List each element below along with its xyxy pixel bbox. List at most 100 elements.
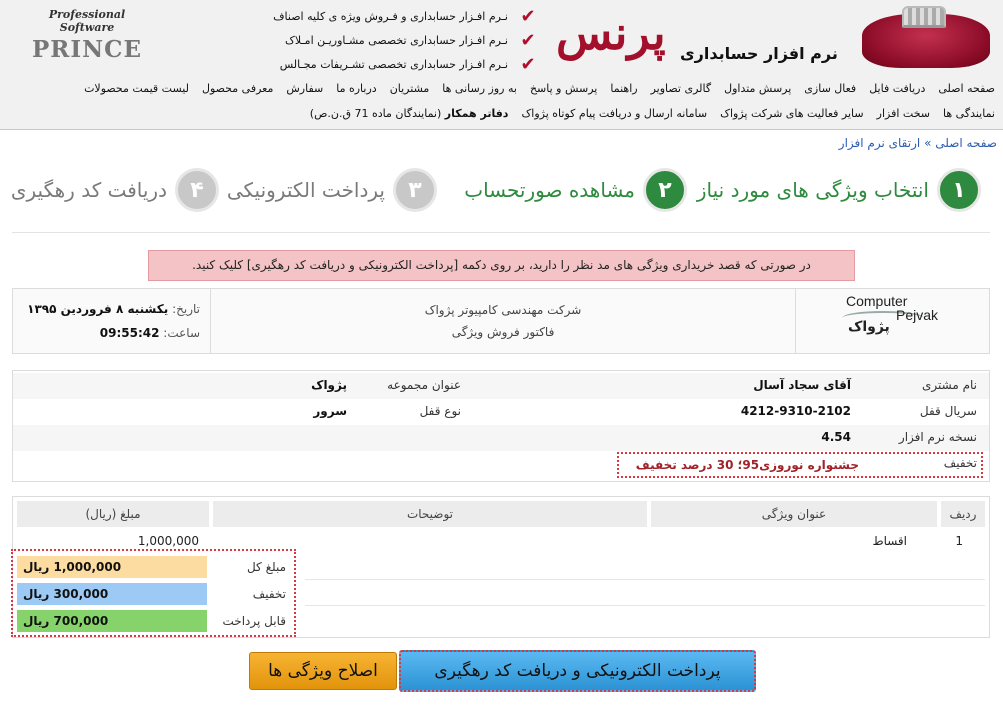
secondary-nav: نمایندگی ها سخت افزار سایر فعالیت های شر… — [5, 107, 995, 120]
date-value: یکشنبه ۸ فروردین ۱۳۹۵ — [27, 302, 169, 316]
feature-text: نـرم افـزار حسابداری تخصصی تشـریفات مجـا… — [279, 57, 508, 71]
feature-text: نـرم افـزار حسابداری و فـروش ویژه ی کلیه… — [273, 9, 508, 23]
nav-partner-offices[interactable]: دفاتر همکار (نمایندگان ماده 71 ق.ن.ص) — [310, 107, 509, 120]
discount-value: جشنواره نوروزی95؛ 30 درصد تخفیف — [635, 458, 859, 472]
purchase-instruction-alert: در صورتی که قصد خریداری ویژگی های مد نظر… — [148, 250, 855, 281]
brand-tagline: نرم افزار حسابداری — [680, 44, 838, 63]
main-nav: صفحه اصلی دریافت فایل فعال سازی پرسش متد… — [5, 82, 995, 95]
nav-partner-offices-label: دفاتر همکار — [444, 107, 509, 120]
customer-row: سریال قفل 4212-9310-2102 نوع قفل سرور — [13, 399, 989, 425]
step-number: ۱ — [937, 168, 981, 212]
step-label: انتخاب ویژگی های مورد نیاز — [696, 178, 929, 202]
customer-row: نام مشتری آقای سجاد آسال عنوان مجموعه پژ… — [13, 373, 989, 399]
nav-about[interactable]: درباره ما — [336, 82, 376, 95]
feature-text: نـرم افـزار حسابداری تخصصی مشـاوریـن امـ… — [285, 33, 508, 47]
logo-text-pejvak: Pejvak — [896, 307, 939, 323]
lock-type-value: سرور — [313, 404, 347, 418]
nav-home[interactable]: صفحه اصلی — [938, 82, 995, 95]
nav-help[interactable]: راهنما — [610, 82, 637, 95]
customer-info: نام مشتری آقای سجاد آسال عنوان مجموعه پژ… — [12, 370, 990, 482]
step-number: ۴ — [175, 168, 219, 212]
group-value: پژواک — [311, 378, 347, 392]
payable-value: 700,000 ریال — [17, 610, 207, 632]
brand-name: PRINCE — [31, 36, 143, 63]
nav-download[interactable]: دریافت فایل — [869, 82, 925, 95]
nav-partner-offices-note: (نمایندگان ماده 71 ق.ن.ص) — [309, 107, 442, 120]
column-header-title: عنوان ویژگی — [651, 501, 937, 527]
brand-persian: پرنس — [556, 6, 666, 60]
cell-row-number: 1 — [955, 534, 963, 548]
payable-label: قابل پرداخت — [222, 614, 286, 628]
nav-qa[interactable]: پرسش و پاسخ — [530, 82, 597, 95]
edit-features-button[interactable]: اصلاح ویژگی ها — [249, 652, 397, 690]
brand-english: Professional Software PRINCE — [22, 8, 152, 63]
nav-other-activities[interactable]: سایر فعالیت های شرکت پژواک — [720, 107, 864, 120]
logo-text-persian: پژواک — [848, 319, 890, 335]
breadcrumb: صفحه اصلی » ارتقای نرم افزار — [839, 136, 997, 150]
time-label: ساعت: — [163, 326, 200, 340]
discount-total-value: 300,000 ریال — [17, 583, 207, 605]
customer-name-value: آقای سجاد آسال — [753, 378, 851, 392]
nav-updates[interactable]: به روز رسانی ها — [442, 82, 517, 95]
total-label: مبلغ کل — [246, 560, 286, 574]
company-name: شرکت مهندسی کامپیوتر پژواک — [424, 303, 582, 317]
checkmark-icon: ✔ — [520, 53, 536, 75]
customer-name-label: نام مشتری — [921, 378, 977, 392]
feature-list: ✔ نـرم افـزار حسابداری و فـروش ویژه ی کل… — [238, 4, 538, 76]
total-row: تخفیف 300,000 ریال — [13, 581, 294, 607]
step-select-features: ۱ انتخاب ویژگی های مورد نیاز — [697, 168, 981, 212]
brand-logo[interactable]: پرنس نرم افزار حسابداری — [548, 2, 998, 74]
discount-highlight: جشنواره نوروزی95؛ 30 درصد تخفیف — [617, 452, 983, 478]
cell-feature-title: اقساط — [872, 534, 907, 548]
column-header-row: ردیف — [941, 501, 985, 527]
step-label: مشاهده صورتحساب — [464, 178, 635, 202]
pay-and-get-tracking-code-button[interactable]: پرداخت الکترونیکی و دریافت کد رهگیری — [399, 650, 756, 692]
time-value: 09:55:42 — [99, 326, 160, 340]
nav-gallery[interactable]: گالری تصاویر — [651, 82, 712, 95]
checkmark-icon: ✔ — [520, 5, 536, 27]
breadcrumb-home[interactable]: صفحه اصلی — [935, 136, 997, 150]
version-value: 4.54 — [821, 430, 851, 444]
nav-price-list[interactable]: لیست قیمت محصولات — [84, 82, 189, 95]
step-number: ۳ — [393, 168, 437, 212]
nav-activation[interactable]: فعال سازی — [804, 82, 856, 95]
column-header-description: توضیحات — [213, 501, 647, 527]
customer-row: نسخه نرم افزار 4.54 — [13, 425, 989, 451]
nav-customers[interactable]: مشتریان — [390, 82, 430, 95]
nav-faq[interactable]: پرسش متداول — [724, 82, 791, 95]
lock-type-label: نوع قفل — [419, 404, 461, 418]
totals-box: مبلغ کل 1,000,000 ریال تخفیف 300,000 ریا… — [11, 549, 296, 637]
version-label: نسخه نرم افزار — [898, 430, 977, 444]
invoice-datetime: تاریخ: یکشنبه ۸ فروردین ۱۳۹۵ ساعت: 09:55… — [13, 289, 211, 353]
invoice-company: شرکت مهندسی کامپیوتر پژواک فاکتور فروش و… — [212, 289, 794, 353]
table-header: ردیف عنوان ویژگی توضیحات مبلغ (ریال) — [13, 501, 989, 527]
step-view-invoice: ۲ مشاهده صورتحساب — [464, 168, 687, 212]
step-label: پرداخت الکترونیکی — [226, 178, 385, 202]
crown-icon — [902, 6, 946, 28]
date-label: تاریخ: — [172, 302, 200, 316]
progress-steps: ۱ انتخاب ویژگی های مورد نیاز ۲ مشاهده صو… — [0, 168, 1003, 220]
group-label: عنوان مجموعه — [387, 378, 461, 392]
invoice-title: فاکتور فروش ویژگی — [451, 325, 555, 339]
serial-value: 4212-9310-2102 — [740, 404, 851, 418]
nav-products[interactable]: معرفی محصول — [202, 82, 273, 95]
divider — [305, 605, 985, 606]
nav-hardware[interactable]: سخت افزار — [877, 107, 930, 120]
serial-label: سریال قفل — [919, 404, 977, 418]
column-header-amount: مبلغ (ریال) — [17, 501, 209, 527]
total-row: قابل پرداخت 700,000 ریال — [13, 608, 294, 634]
total-value: 1,000,000 ریال — [17, 556, 207, 578]
total-row: مبلغ کل 1,000,000 ریال — [13, 554, 294, 580]
feature-item: ✔ نـرم افـزار حسابداری تخصصی مشـاوریـن ا… — [238, 28, 538, 52]
nav-sms[interactable]: سامانه ارسال و دریافت پیام کوتاه پژواک — [521, 107, 707, 120]
step-label: دریافت کد رهگیری — [10, 178, 167, 202]
discount-total-label: تخفیف — [252, 587, 286, 601]
step-payment: ۳ پرداخت الکترونیکی — [227, 168, 437, 212]
divider — [305, 579, 985, 580]
site-header: Professional Software PRINCE ✔ نـرم افـز… — [0, 0, 1003, 130]
nav-order[interactable]: سفارش — [286, 82, 323, 95]
company-logo: Computer Pejvak پژواک — [795, 289, 989, 353]
breadcrumb-current[interactable]: ارتقای نرم افزار — [839, 136, 920, 150]
nav-agencies[interactable]: نمایندگی ها — [943, 107, 995, 120]
brand-subtitle: Professional Software — [48, 8, 126, 34]
